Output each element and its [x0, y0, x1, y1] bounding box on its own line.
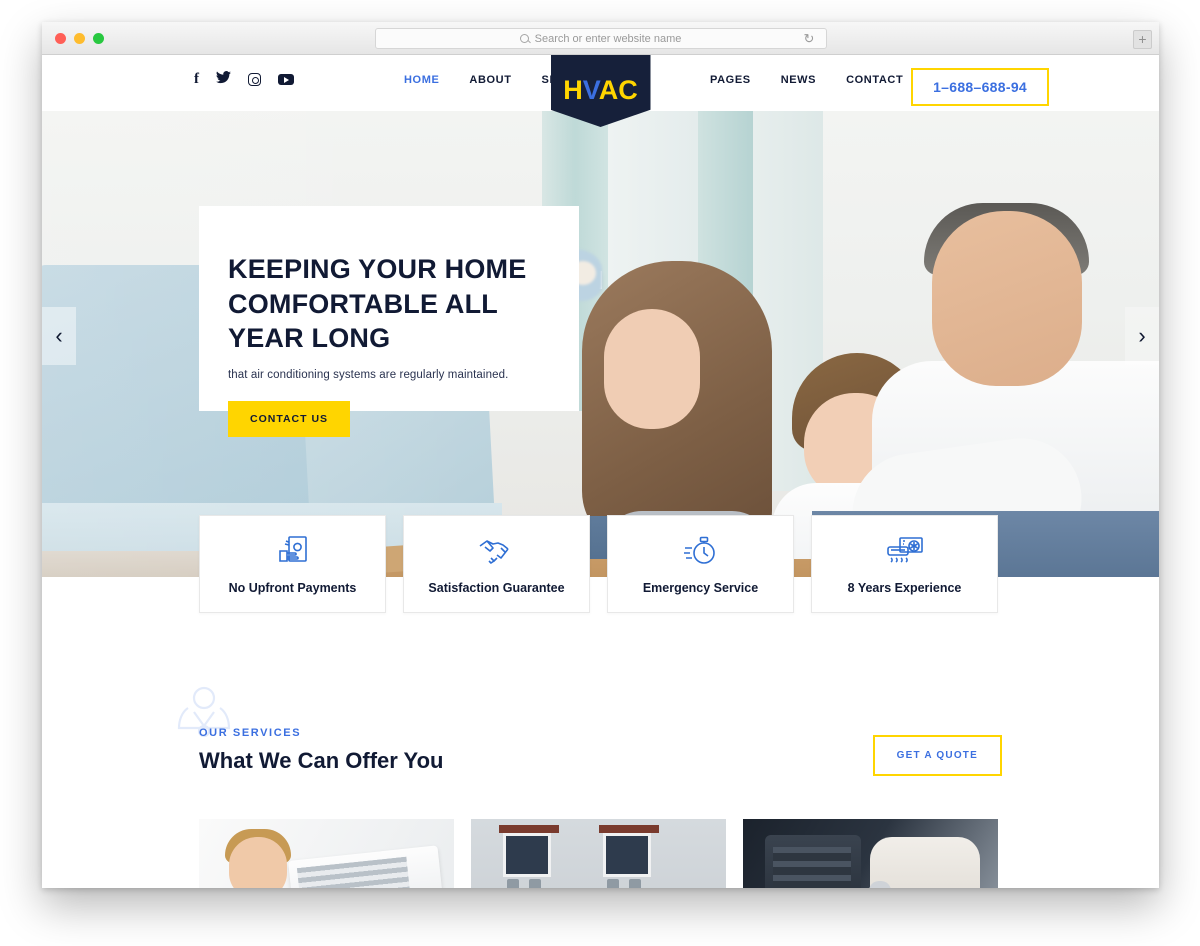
feature-card-satisfaction-guarantee[interactable]: Satisfaction Guarantee — [403, 515, 590, 613]
browser-window: Search or enter website name ↻ + f HOME … — [42, 22, 1159, 888]
services-eyebrow: OUR SERVICES — [199, 727, 302, 739]
feature-label: 8 Years Experience — [847, 580, 962, 595]
money-hand-icon — [276, 534, 310, 568]
logo-text: HVAC — [563, 75, 638, 106]
services-title: What We Can Offer You — [199, 748, 444, 773]
maximize-window-button[interactable] — [93, 33, 104, 44]
address-bar[interactable]: Search or enter website name ↻ — [374, 28, 827, 49]
social-links: f — [194, 71, 294, 88]
hero-content-card: KEEPING YOUR HOME COMFORTABLE ALL YEAR L… — [199, 206, 579, 437]
address-bar-placeholder: Search or enter website name — [534, 32, 682, 45]
feature-label: No Upfront Payments — [228, 580, 357, 595]
service-card-building[interactable] — [471, 819, 726, 888]
facebook-icon[interactable]: f — [194, 71, 199, 88]
hero-subtitle: that air conditioning systems are regula… — [228, 368, 509, 381]
building-photo — [471, 819, 726, 888]
service-cards — [199, 819, 998, 888]
service-card-technician[interactable] — [199, 819, 454, 888]
nav-item-about[interactable]: ABOUT — [469, 74, 511, 86]
twitter-icon[interactable] — [216, 71, 231, 88]
browser-titlebar: Search or enter website name ↻ + — [42, 22, 1159, 55]
instagram-icon[interactable] — [248, 73, 261, 86]
car-interior-photo — [743, 819, 998, 888]
get-a-quote-button[interactable]: GET A QUOTE — [872, 735, 1002, 776]
reload-icon[interactable]: ↻ — [804, 32, 816, 45]
nav-item-pages[interactable]: PAGES — [710, 74, 751, 86]
feature-card-8-years-experience[interactable]: 8 Years Experience — [811, 515, 998, 613]
feature-cards: No Upfront Payments Satisfaction Guarant… — [199, 515, 998, 613]
hero-title-line-1: KEEPING YOUR HOME — [228, 254, 527, 284]
logo-letter-v: V — [582, 75, 599, 105]
primary-nav-left: HOME ABOUT SHOP — [404, 74, 575, 86]
slider-next-arrow[interactable]: › — [1125, 307, 1159, 365]
feature-card-no-upfront-payments[interactable]: No Upfront Payments — [199, 515, 386, 613]
new-tab-button[interactable]: + — [1133, 30, 1152, 49]
hero-title: KEEPING YOUR HOME COMFORTABLE ALL YEAR L… — [228, 252, 545, 356]
services-heading-block: OUR SERVICES What We Can Offer You — [199, 727, 443, 774]
minimize-window-button[interactable] — [74, 33, 85, 44]
service-card-car[interactable] — [743, 819, 998, 888]
search-icon — [519, 34, 529, 43]
hero-title-line-2: COMFORTABLE ALL YEAR LONG — [228, 288, 498, 354]
logo-letter-h: H — [563, 75, 583, 105]
website-viewport: f HOME ABOUT SHOP HVAC PAGES NEWS — [42, 55, 1159, 888]
nav-item-contact[interactable]: CONTACT — [846, 74, 903, 86]
logo-letter-ac: AC — [598, 75, 638, 105]
technician-photo — [199, 819, 454, 888]
close-window-button[interactable] — [55, 33, 66, 44]
youtube-icon[interactable] — [278, 74, 294, 85]
feature-label: Emergency Service — [642, 580, 759, 595]
site-header: f HOME ABOUT SHOP HVAC PAGES NEWS — [42, 55, 1159, 127]
hero-contact-us-button[interactable]: CONTACT US — [228, 400, 351, 437]
window-traffic-lights — [55, 33, 104, 44]
hero-slider: ‹ › KEEPING YOUR HOME COMFORTABLE ALL YE… — [42, 111, 1159, 577]
twitter-glyph — [216, 71, 231, 84]
feature-card-emergency-service[interactable]: Emergency Service — [607, 515, 794, 613]
primary-nav-right: PAGES NEWS CONTACT — [710, 74, 903, 86]
slider-prev-arrow[interactable]: ‹ — [42, 307, 76, 365]
handshake-icon — [478, 534, 516, 568]
feature-label: Satisfaction Guarantee — [428, 580, 565, 595]
nav-item-home[interactable]: HOME — [404, 74, 439, 86]
nav-item-news[interactable]: NEWS — [781, 74, 816, 86]
air-conditioner-icon — [886, 534, 924, 568]
phone-number-button[interactable]: 1–688–688-94 — [911, 68, 1049, 106]
stopwatch-icon — [683, 534, 719, 568]
